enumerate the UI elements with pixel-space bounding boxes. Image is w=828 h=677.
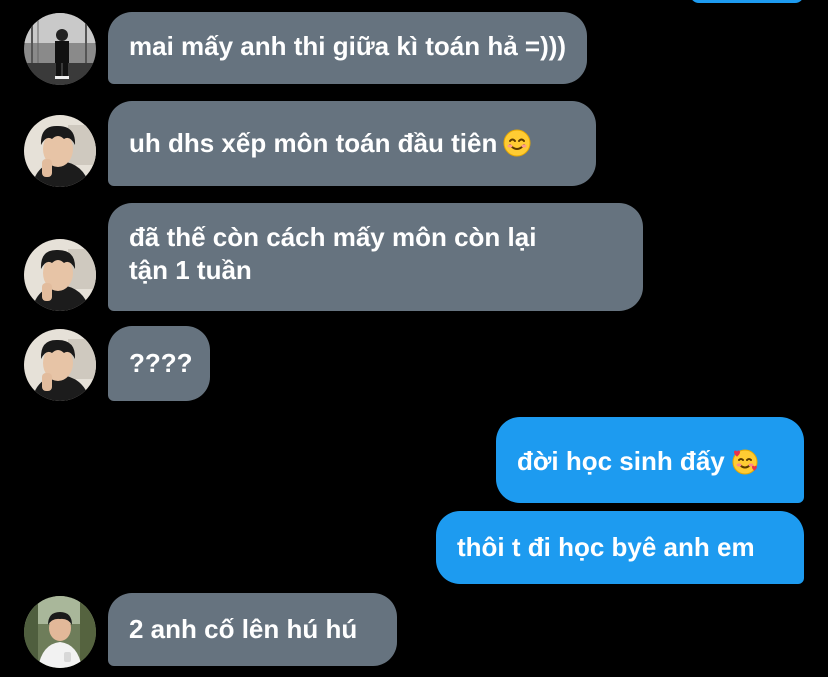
message-text: 2 anh cố lên hú hú	[129, 614, 358, 644]
user-photo-bw-icon	[24, 13, 96, 85]
message-text-line: đã thế còn cách mấy môn còn lại	[129, 222, 537, 252]
message-text: thôi t đi học byê anh em	[457, 532, 755, 562]
message-text-line: tận 1 tuần	[129, 255, 252, 285]
message-bubble[interactable]: đã thế còn cách mấy môn còn lại tận 1 tu…	[108, 203, 643, 311]
message-text: ????	[129, 348, 193, 378]
user-photo-dark-hair-icon	[24, 239, 96, 311]
message-bubble[interactable]: thôi t đi học byê anh em	[436, 511, 804, 584]
message-text: uh dhs xếp môn toán đầu tiên	[129, 128, 498, 158]
message-bubble[interactable]: đời học sinh đấy	[496, 417, 804, 503]
avatar[interactable]	[24, 239, 96, 311]
user-photo-dark-hair-icon	[24, 115, 96, 187]
message-bubble[interactable]: ????	[108, 326, 210, 401]
avatar[interactable]	[24, 13, 96, 85]
previous-outgoing-bubble-edge[interactable]	[690, 0, 804, 3]
smiling-face-with-hearts-icon	[731, 447, 759, 475]
message-bubble[interactable]: 2 anh cố lên hú hú	[108, 593, 397, 666]
smiling-face-icon	[503, 129, 531, 157]
message-text: đời học sinh đấy	[517, 446, 725, 476]
avatar[interactable]	[24, 115, 96, 187]
user-photo-outdoor-icon	[24, 596, 96, 668]
message-bubble[interactable]: mai mấy anh thi giữa kì toán hả =)))	[108, 12, 588, 84]
user-photo-dark-hair-icon	[24, 329, 96, 401]
avatar[interactable]	[24, 329, 96, 401]
message-text: mai mấy anh thi giữa kì toán hả =)))	[129, 31, 567, 61]
message-bubble[interactable]: uh dhs xếp môn toán đầu tiên	[108, 101, 596, 186]
avatar[interactable]	[24, 596, 96, 668]
